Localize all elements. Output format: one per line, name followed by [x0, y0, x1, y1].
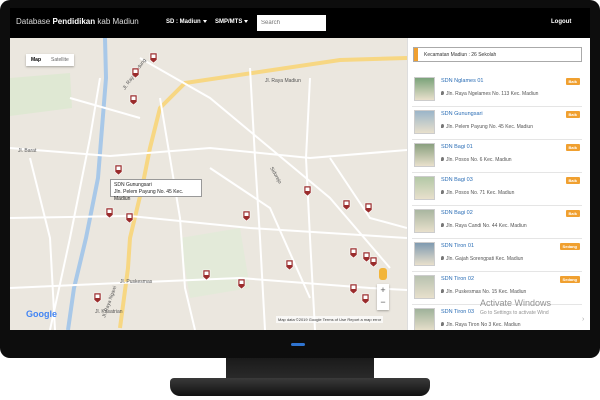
school-address: Jln. Raya Candi No. 44 Kec. Madiun	[441, 223, 527, 229]
school-photo	[414, 176, 435, 200]
school-address: Jln. Gajah Sorengpati Kec. Madiun	[441, 256, 523, 262]
school-name[interactable]: SDN Nglames 01	[441, 78, 484, 84]
map-pin-icon	[441, 256, 444, 260]
map-pin-icon	[441, 322, 444, 326]
school-address-text: Jln. Puskesmas No. 15 Kec. Madiun	[446, 289, 527, 295]
road-label: Jl. Puskesmas	[120, 279, 153, 285]
school-address-text: Jln. Raya Tiron No 3 Kec. Madiun	[446, 322, 521, 328]
chevron-right-icon[interactable]: ›	[582, 316, 584, 323]
school-name[interactable]: SDN Bagi 01	[441, 144, 473, 150]
road-label: Jl. Raya Madiun	[265, 78, 301, 84]
map-pin-icon	[441, 289, 444, 293]
monitor: Database Pendidikan kab Madiun SD : Madi…	[0, 0, 600, 400]
brand-bold: Pendidikan	[52, 17, 96, 26]
school-address-text: Jln. Pelem Payung No. 45 Kec. Madiun	[446, 124, 533, 130]
brand-prefix: Database	[16, 17, 53, 26]
menu-sd-dropdown[interactable]: SD : Madiun	[166, 19, 207, 25]
info-address: Jln. Pelem Payung No. 45 Kec. Madiun	[114, 189, 184, 202]
map-type-control: Map Satellite	[26, 54, 74, 66]
monitor-neck	[226, 358, 374, 380]
map-type-satellite-button[interactable]: Satellite	[46, 54, 74, 66]
school-name[interactable]: SDN Tiron 01	[441, 243, 474, 249]
map-pin-icon	[441, 190, 444, 194]
school-photo	[414, 143, 435, 167]
map-pin-icon	[441, 91, 444, 95]
map-pin-icon	[441, 223, 444, 227]
road-label: Jl. Barat	[18, 148, 37, 154]
brand[interactable]: Database Pendidikan kab Madiun	[16, 17, 139, 26]
school-list-item[interactable]: SDN Bagi 02 Jln. Raya Candi No. 44 Kec. M…	[412, 205, 582, 239]
school-photo	[414, 242, 435, 266]
select-accent-bar	[414, 48, 418, 61]
school-address-text: Jln. Raya Ngelames No. 113 Kec. Madiun	[446, 91, 539, 97]
navbar: Database Pendidikan kab Madiun SD : Madi…	[10, 8, 590, 38]
school-address: Jln. Puskesmas No. 15 Kec. Madiun	[441, 289, 526, 295]
school-photo	[414, 308, 435, 330]
kecamatan-select-value: Kecamatan Madiun : 26 Sekolah	[424, 52, 497, 58]
school-photo	[414, 209, 435, 233]
logout-link[interactable]: Logout	[551, 19, 571, 25]
menu-smp-dropdown[interactable]: SMP/MTS	[215, 19, 249, 25]
school-list-item[interactable]: SDN Nglames 01 Jln. Raya Ngelames No. 113…	[412, 73, 582, 107]
caret-down-icon	[202, 19, 207, 23]
map-attribution[interactable]: Map data ©2019 Google Terms of Use Repor…	[276, 316, 384, 323]
school-address: Jln. Posos No. 6 Kec. Madiun	[441, 157, 512, 163]
map-type-map-button[interactable]: Map	[26, 54, 46, 66]
school-sidebar: Kecamatan Madiun : 26 Sekolah SDN Nglame…	[407, 38, 590, 330]
school-address: Jln. Pelem Payung No. 45 Kec. Madiun	[441, 124, 533, 130]
zoom-in-button[interactable]: +	[377, 284, 389, 296]
school-list-item[interactable]: SDN Bagi 01 Jln. Posos No. 6 Kec. Madiun B…	[412, 139, 582, 173]
google-logo: Google	[26, 309, 57, 319]
screen: Database Pendidikan kab Madiun SD : Madi…	[10, 8, 590, 330]
school-photo	[414, 110, 435, 134]
school-address-text: Jln. Posos No. 6 Kec. Madiun	[446, 157, 512, 163]
search-input[interactable]	[257, 15, 326, 31]
school-name[interactable]: SDN Tiron 03	[441, 309, 474, 315]
map[interactable]: Jl. Raya Madiun Jl. Raya Ngawi Jl. Puske…	[10, 38, 407, 330]
condition-badge: Baik	[565, 210, 580, 217]
map-canvas: Jl. Raya Madiun Jl. Raya Ngawi Jl. Puske…	[10, 38, 407, 330]
school-list-item[interactable]: SDN Tiron 01 Jln. Gajah Sorengpati Kec. M…	[412, 238, 582, 272]
zoom-control: + −	[377, 284, 389, 310]
info-title: SDN Gunungsari	[114, 182, 152, 188]
school-list-item[interactable]: SDN Bagi 03 Jln. Posos No. 71 Kec. Madiun…	[412, 172, 582, 206]
menu-sd-label: SD : Madiun	[166, 19, 201, 25]
school-address-text: Jln. Raya Candi No. 44 Kec. Madiun	[446, 223, 527, 229]
menu-smp-label: SMP/MTS	[215, 19, 243, 25]
school-address: Jln. Raya Ngelames No. 113 Kec. Madiun	[441, 91, 538, 97]
condition-badge: Sedang	[559, 243, 580, 250]
school-photo	[414, 275, 435, 299]
activate-windows-watermark: Activate Windows Go to Settings to activ…	[480, 298, 551, 318]
monitor-stand	[170, 378, 430, 396]
school-address-text: Jln. Gajah Sorengpati Kec. Madiun	[446, 256, 524, 262]
condition-badge: Baik	[565, 144, 580, 151]
power-led	[291, 343, 305, 346]
kecamatan-select[interactable]: Kecamatan Madiun : 26 Sekolah	[413, 47, 582, 62]
brand-suffix: kab Madiun	[95, 17, 139, 26]
school-photo	[414, 77, 435, 101]
caret-down-icon	[244, 19, 249, 23]
school-address: Jln. Posos No. 71 Kec. Madiun	[441, 190, 514, 196]
monitor-bezel: Database Pendidikan kab Madiun SD : Madi…	[0, 0, 600, 358]
map-pin-icon	[441, 124, 444, 128]
pegman-icon[interactable]	[379, 268, 387, 280]
school-address-text: Jln. Posos No. 71 Kec. Madiun	[446, 190, 515, 196]
school-name[interactable]: SDN Bagi 02	[441, 210, 473, 216]
school-name[interactable]: SDN Gunungsari	[441, 111, 483, 117]
marker-info-window: SDN Gunungsari Jln. Pelem Payung No. 45 …	[110, 179, 202, 202]
school-address: Jln. Raya Tiron No 3 Kec. Madiun	[441, 322, 520, 328]
condition-badge: Baik	[565, 111, 580, 118]
condition-badge: Sedang	[559, 276, 580, 283]
road-label: Jl. Kasatrian	[95, 309, 123, 315]
zoom-out-button[interactable]: −	[377, 296, 389, 308]
school-name[interactable]: SDN Bagi 03	[441, 177, 473, 183]
map-pin-icon	[441, 157, 444, 161]
condition-badge: Baik	[565, 78, 580, 85]
school-list-item[interactable]: SDN Gunungsari Jln. Pelem Payung No. 45 K…	[412, 106, 582, 140]
watermark-title: Activate Windows	[480, 298, 552, 308]
condition-badge: Baik	[565, 177, 580, 184]
watermark-subtitle: Go to Settings to activate Wind	[480, 310, 549, 316]
school-name[interactable]: SDN Tiron 02	[441, 276, 474, 282]
